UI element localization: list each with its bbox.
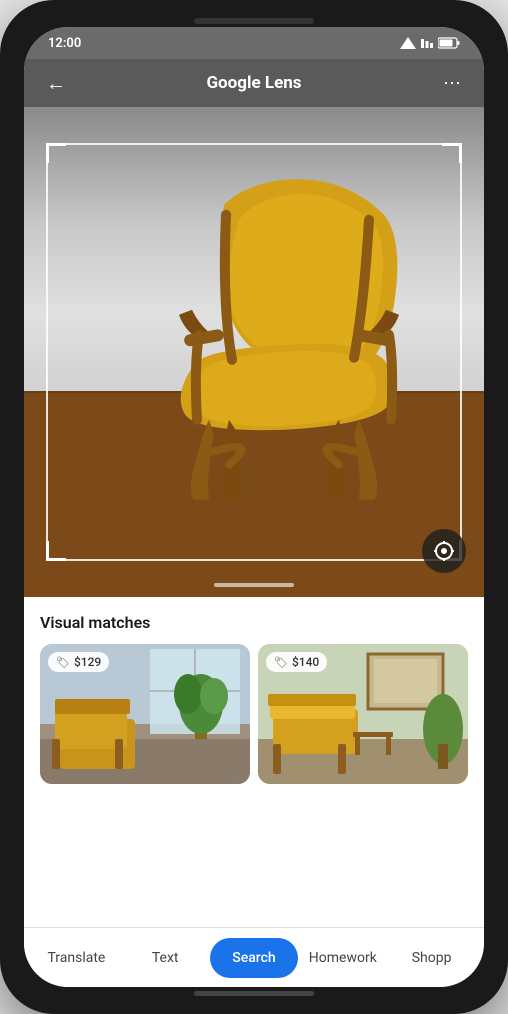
signal-icon bbox=[400, 37, 416, 49]
wifi-icon bbox=[420, 37, 434, 49]
match-card-2[interactable]: 🏷 $140 bbox=[258, 644, 468, 784]
match-2-price: $140 bbox=[292, 655, 319, 669]
status-time: 12:00 bbox=[48, 36, 81, 51]
tag-icon-2: 🏷 bbox=[274, 656, 288, 669]
visual-matches-title: Visual matches bbox=[40, 613, 468, 632]
nav-bar: ← Google Lens ⋯ bbox=[24, 59, 484, 107]
status-bar: 12:00 bbox=[24, 27, 484, 59]
tab-translate[interactable]: Translate bbox=[32, 938, 121, 978]
swipe-handle bbox=[214, 583, 294, 587]
more-options-button[interactable]: ⋯ bbox=[436, 67, 468, 99]
tag-icon-1: 🏷 bbox=[56, 656, 70, 669]
results-area: Visual matches bbox=[24, 597, 484, 927]
image-area[interactable] bbox=[24, 107, 484, 597]
status-icons bbox=[400, 37, 460, 49]
match-1-price-badge: 🏷 $129 bbox=[48, 652, 109, 672]
lens-icon bbox=[432, 539, 456, 563]
chair-illustration bbox=[84, 165, 424, 525]
battery-icon bbox=[438, 37, 460, 49]
phone-screen: 12:00 ← bbox=[24, 27, 484, 987]
matches-grid: 🏷 $129 bbox=[40, 644, 468, 927]
lens-search-button[interactable] bbox=[422, 529, 466, 573]
chair-photo bbox=[24, 107, 484, 597]
match-2-price-badge: 🏷 $140 bbox=[266, 652, 327, 672]
match-1-price: $129 bbox=[74, 655, 101, 669]
phone-frame: 12:00 ← bbox=[0, 0, 508, 1014]
tab-shopping[interactable]: Shopp bbox=[387, 938, 476, 978]
bottom-tabs: Translate Text Search Homework Shopp bbox=[24, 927, 484, 987]
tab-search[interactable]: Search bbox=[210, 938, 299, 978]
back-button[interactable]: ← bbox=[40, 67, 72, 99]
match-card-1[interactable]: 🏷 $129 bbox=[40, 644, 250, 784]
nav-title: Google Lens bbox=[206, 73, 301, 93]
tab-homework[interactable]: Homework bbox=[298, 938, 387, 978]
tab-text[interactable]: Text bbox=[121, 938, 210, 978]
